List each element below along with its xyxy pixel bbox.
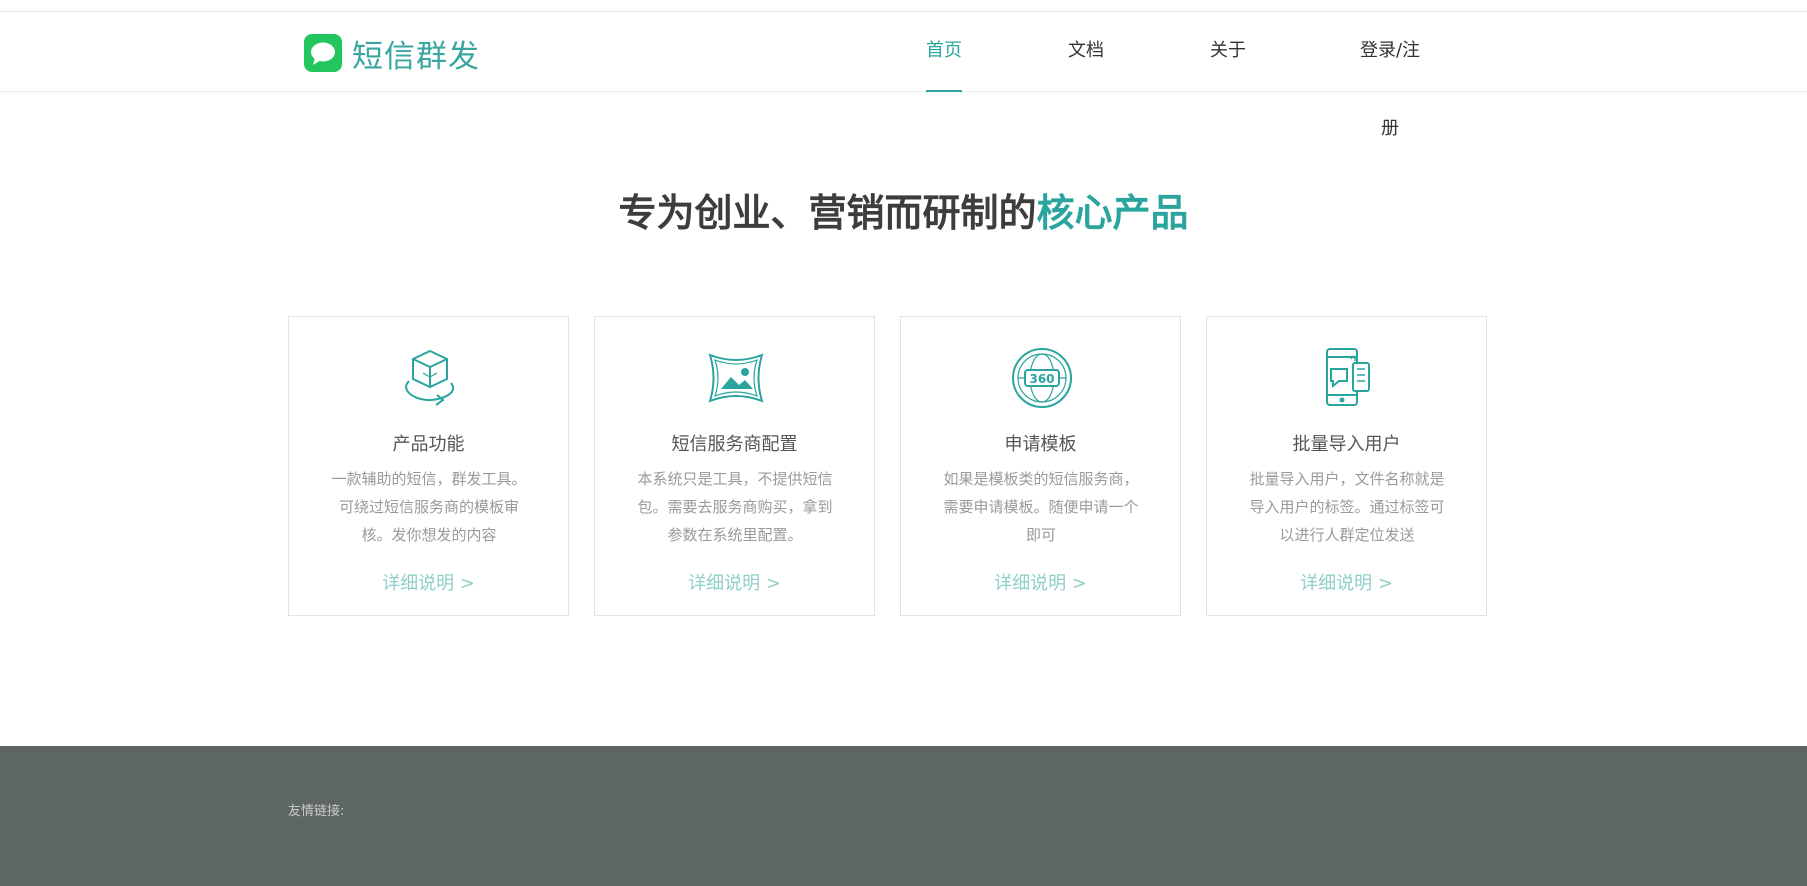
brand-logo[interactable]: 短信群发 <box>304 34 480 75</box>
feature-description: 批量导入用户，文件名称就是导入用户的标签。通过标签可以进行人群定位发送 <box>1249 470 1445 544</box>
site-header: 短信群发 首页 文档 关于 登录/注册 <box>0 12 1807 139</box>
feature-detail-link[interactable]: 详细说明 > <box>901 569 1180 595</box>
panorama-image-icon <box>708 353 764 403</box>
feature-description: 本系统只是工具，不提供短信包。需要去服务商购买，拿到参数在系统里配置。 <box>637 470 833 544</box>
browser-bookmark-strip <box>0 0 1807 12</box>
feature-title: 产品功能 <box>392 434 465 455</box>
feature-card-product: 产品功能 一款辅助的短信，群发工具。可绕过短信服务商的模板审核。发你想发的内容 … <box>288 316 569 616</box>
feature-description: 如果是模板类的短信服务商，需要申请模板。随便申请一个即可 <box>943 470 1139 544</box>
feature-card-provider: 短信服务商配置 本系统只是工具，不提供短信包。需要去服务商购买，拿到参数在系统里… <box>594 316 875 616</box>
feature-description: 一款辅助的短信，群发工具。可绕过短信服务商的模板审核。发你想发的内容 <box>331 470 527 544</box>
site-footer: 友情链接: <box>0 746 1807 886</box>
feature-title: 申请模板 <box>1004 434 1077 455</box>
feature-detail-link[interactable]: 详细说明 > <box>1207 569 1486 595</box>
friend-links-label: 友情链接: <box>288 804 345 819</box>
nav-about[interactable]: 关于 <box>1210 12 1246 92</box>
feature-card-template: 360 申请模板 如果是模板类的短信服务商，需要申请模板。随便申请一个即可 详细… <box>900 316 1181 616</box>
brand-name: 短信群发 <box>352 38 480 75</box>
hero-title-accent: 核心产品 <box>1036 191 1189 235</box>
hero-title: 专为创业、营销而研制的核心产品 <box>0 182 1807 237</box>
feature-detail-link[interactable]: 详细说明 > <box>289 569 568 595</box>
hero-title-main: 专为创业、营销而研制的 <box>618 191 1037 235</box>
feature-detail-link[interactable]: 详细说明 > <box>595 569 874 595</box>
nav-docs[interactable]: 文档 <box>1068 12 1104 92</box>
nav-login-register[interactable]: 登录/注册 <box>1352 12 1428 139</box>
chat-bubble-icon <box>304 34 342 72</box>
nav-home[interactable]: 首页 <box>926 12 962 92</box>
globe-360-icon: 360 <box>1012 348 1072 408</box>
mobile-message-icon <box>1326 348 1370 406</box>
feature-title: 短信服务商配置 <box>671 434 798 455</box>
feature-card-import: 批量导入用户 批量导入用户，文件名称就是导入用户的标签。通过标签可以进行人群定位… <box>1206 316 1487 616</box>
feature-title: 批量导入用户 <box>1292 434 1401 455</box>
rotating-cube-icon <box>405 349 454 406</box>
svg-text:360: 360 <box>1029 372 1054 386</box>
